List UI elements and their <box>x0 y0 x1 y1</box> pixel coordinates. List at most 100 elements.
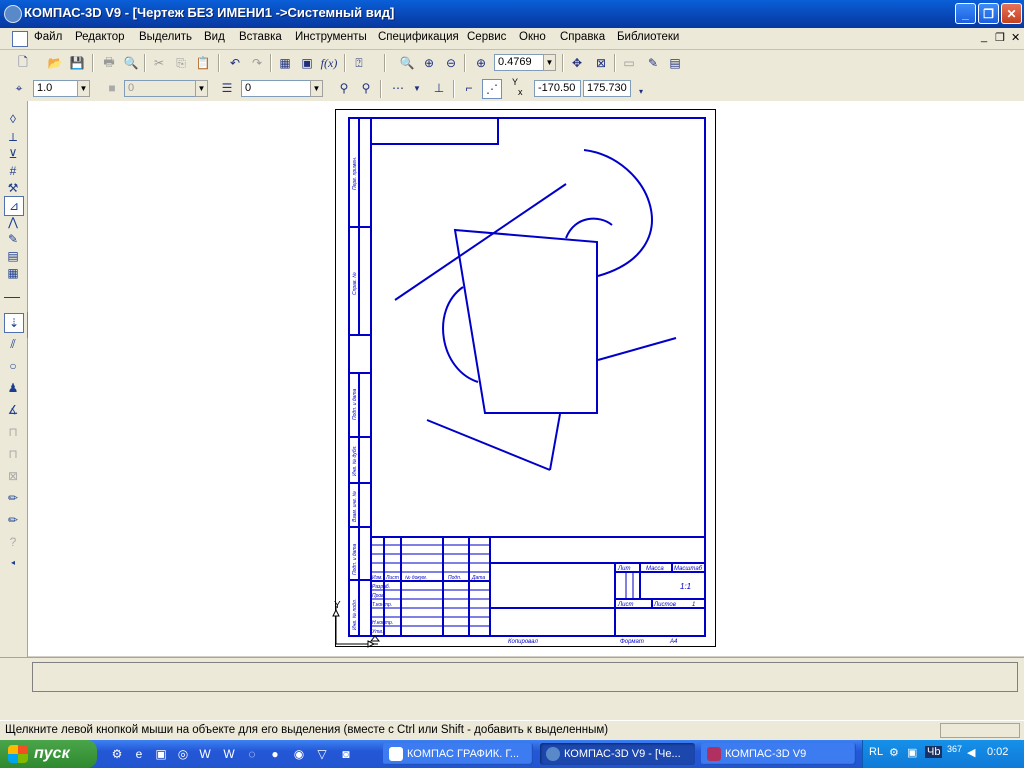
menu-view[interactable]: Вид <box>204 31 225 43</box>
panel-more-arrow[interactable]: ◂ <box>4 553 22 571</box>
snap-icon[interactable]: ⚲ <box>357 79 375 97</box>
view-state-input[interactable]: 0 <box>124 80 196 97</box>
cursor-step-dropdown[interactable]: ▼ <box>77 80 90 97</box>
task-kompas-main[interactable]: КОМПАС-3D V9 <box>701 743 856 765</box>
layer-dropdown[interactable]: ▼ <box>310 80 323 97</box>
quicklaunch-ie-icon[interactable]: e <box>130 745 148 763</box>
kompas-app-icon[interactable] <box>4 5 22 23</box>
show-all-icon[interactable]: ⊠ <box>592 54 610 72</box>
manager-icon[interactable]: ▦ <box>276 54 294 72</box>
quicklaunch-media-icon[interactable]: ◉ <box>290 745 308 763</box>
cursor-step-input[interactable]: 1.0 <box>33 80 78 97</box>
mdi-restore-button[interactable]: ❐ <box>995 31 1005 44</box>
menu-select[interactable]: Выделить <box>139 31 192 43</box>
help-icon[interactable]: ? <box>4 533 22 551</box>
new-document-icon[interactable]: 🗋 <box>14 54 32 72</box>
quicklaunch-app-icon[interactable]: ◙ <box>337 745 355 763</box>
zoom-scale-icon[interactable]: ⊕ <box>472 54 490 72</box>
menu-tools[interactable]: Инструменты <box>295 31 367 43</box>
variables-icon[interactable]: f(x) <box>320 54 338 72</box>
disabled-tool-icon[interactable]: ⊓ <box>4 423 22 441</box>
quicklaunch-opera-icon[interactable]: ● <box>266 745 284 763</box>
coord-dropdown-arrow[interactable]: ▾ <box>632 82 650 100</box>
step-cursor-icon[interactable]: ⌖ <box>10 79 28 97</box>
undo-icon[interactable]: ↶ <box>226 54 244 72</box>
print-icon[interactable]: 🖶 <box>100 54 118 72</box>
editing-panel-icon[interactable]: # <box>4 162 22 180</box>
quicklaunch-search-icon[interactable]: ◌ <box>243 745 261 763</box>
menu-specification[interactable]: Спецификация <box>378 31 459 43</box>
drawing-canvas[interactable]: Лит Масса Масштаб 1:1 Лист Листов 1 Изм.… <box>28 101 1024 656</box>
snap-settings-icon[interactable]: ⚲ <box>335 79 353 97</box>
selection-panel-icon[interactable]: ⋀ <box>4 213 22 231</box>
save-icon[interactable]: 💾 <box>68 54 86 72</box>
reports-panel-icon[interactable]: ▦ <box>4 264 22 282</box>
mass-properties-icon[interactable]: ♟ <box>4 379 22 397</box>
task-kompas-grafik[interactable]: КОМПАС ГРАФИК. Г... <box>383 743 533 765</box>
property-panel[interactable] <box>32 662 1018 692</box>
mdi-minimize-button[interactable]: _ <box>981 31 987 43</box>
pencil-tool-icon[interactable]: ✏ <box>4 511 22 529</box>
tray-keyboard[interactable]: Чb <box>925 746 943 758</box>
tray-settings-icon[interactable]: ⚙ <box>889 746 899 759</box>
pan-icon[interactable]: ✥ <box>568 54 586 72</box>
state-icon[interactable]: ■ <box>103 79 121 97</box>
parallel-lines-icon[interactable]: ⫽ <box>4 335 22 353</box>
quicklaunch-disk-icon[interactable]: ▣ <box>152 745 170 763</box>
dimensions-panel-icon[interactable]: ⟂ <box>4 128 22 146</box>
menu-libraries[interactable]: Библиотеки <box>617 31 679 43</box>
zoom-input[interactable]: 0.4769 <box>494 54 544 71</box>
grid-dropdown-arrow[interactable]: ▼ <box>408 79 426 97</box>
pencil-tool-icon[interactable]: ✏ <box>4 489 22 507</box>
grid-icon[interactable]: ⋯ <box>389 79 407 97</box>
disabled-tool-icon[interactable]: ⊠ <box>4 467 22 485</box>
zoom-in-icon[interactable]: ⊕ <box>420 54 438 72</box>
ortho-mode-icon[interactable]: ⌐ <box>460 79 478 97</box>
maximize-button[interactable]: ❐ <box>978 3 999 24</box>
tray-volume-icon[interactable]: ◀ <box>967 746 975 759</box>
quicklaunch-winamp-icon[interactable]: W <box>196 745 214 763</box>
document-icon[interactable] <box>12 31 28 47</box>
window-layout-icon[interactable]: ▤ <box>666 54 684 72</box>
view-state-dropdown[interactable]: ▼ <box>195 80 208 97</box>
quicklaunch-word-icon[interactable]: W <box>220 745 238 763</box>
circle-tool-icon[interactable]: ○ <box>4 357 22 375</box>
drawing-svg[interactable]: Лит Масса Масштаб 1:1 Лист Листов 1 Изм.… <box>28 101 1024 656</box>
quicklaunch-settings-icon[interactable]: ⚙ <box>108 745 126 763</box>
menu-help[interactable]: Справка <box>560 31 605 43</box>
disabled-tool-icon[interactable]: ⊓ <box>4 445 22 463</box>
geometry-panel-icon[interactable]: ◊ <box>4 110 22 128</box>
coord-x-field[interactable]: -170.50 <box>534 80 581 97</box>
paste-icon[interactable]: 📋 <box>194 54 212 72</box>
quicklaunch-network-icon[interactable]: ◎ <box>174 745 192 763</box>
quicklaunch-shield-icon[interactable]: ▽ <box>313 745 331 763</box>
distance-tool-icon[interactable]: ⇣ <box>4 313 24 333</box>
menu-service[interactable]: Сервис <box>467 31 506 43</box>
symbols-panel-icon[interactable]: ⊻ <box>4 145 22 163</box>
line-segment-icon[interactable] <box>4 297 20 298</box>
layers-icon[interactable]: ☰ <box>218 79 236 97</box>
layer-input[interactable]: 0 <box>241 80 311 97</box>
coord-y-field[interactable]: 175.730 <box>583 80 631 97</box>
tray-counter[interactable]: 367 <box>947 744 962 754</box>
associative-views-panel-icon[interactable]: ✎ <box>4 230 22 248</box>
minimize-button[interactable]: _ <box>955 3 976 24</box>
menu-file[interactable]: Файл <box>34 31 62 43</box>
title-bar[interactable]: КОМПАС-3D V9 - [Чертеж БЕЗ ИМЕНИ1 ->Сист… <box>0 0 1024 28</box>
redo-icon[interactable]: ↷ <box>248 54 266 72</box>
properties-icon[interactable]: ✎ <box>644 54 662 72</box>
cut-icon[interactable]: ✂ <box>150 54 168 72</box>
print-preview-icon[interactable]: 🔍 <box>122 54 140 72</box>
copy-icon[interactable]: ⎘ <box>172 54 190 72</box>
start-button[interactable]: пуск <box>0 740 97 768</box>
open-folder-icon[interactable]: 📂 <box>46 54 64 72</box>
task-kompas-drawing[interactable]: КОМПАС-3D V9 - [Че... <box>540 743 695 765</box>
zoom-dropdown-arrow[interactable]: ▼ <box>543 54 556 71</box>
close-button[interactable]: ✕ <box>1001 3 1022 24</box>
specification-panel-icon[interactable]: ▤ <box>4 247 22 265</box>
tray-language[interactable]: RL <box>869 746 883 758</box>
library-manager-icon[interactable]: ▣ <box>298 54 316 72</box>
parametric-mode-icon[interactable]: ⋰ <box>482 79 502 99</box>
parameterization-panel-icon[interactable]: ⚒ <box>4 179 22 197</box>
zoom-frame-icon[interactable]: 🔍 <box>398 54 416 72</box>
